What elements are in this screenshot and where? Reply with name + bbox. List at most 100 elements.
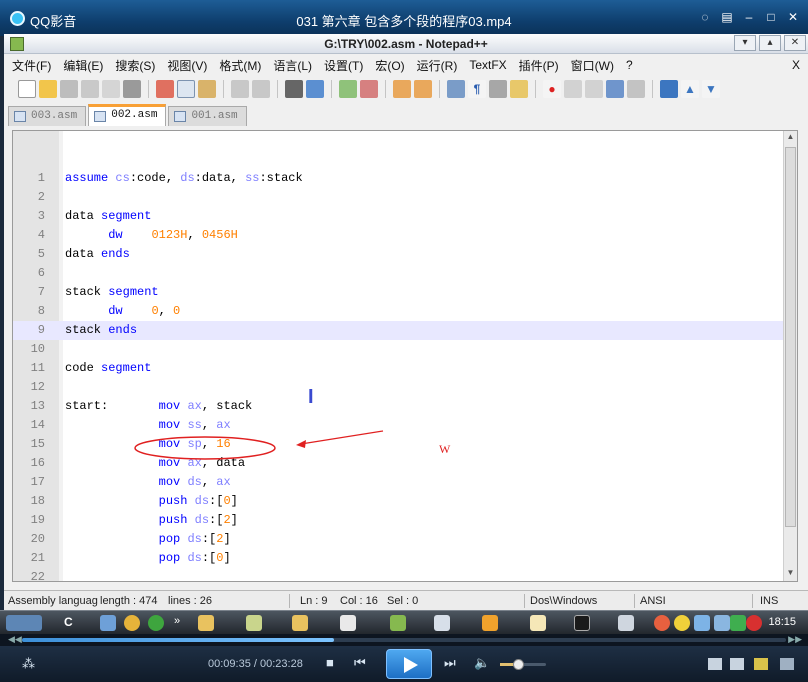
stop-button[interactable]: ■ [326, 655, 334, 670]
cmd-icon[interactable] [574, 615, 590, 631]
zoom-out-icon[interactable] [360, 80, 378, 98]
down-arrow-icon[interactable]: ▼ [702, 80, 720, 98]
code-line[interactable]: 17 mov ds, ax [13, 473, 785, 492]
code-line[interactable]: 4 dw 0123H, 0456H [13, 226, 785, 245]
code-line[interactable]: 2 [13, 188, 785, 207]
previous-button[interactable]: ⏮ [354, 655, 366, 671]
volume-icon[interactable]: 🔈 [474, 655, 490, 671]
replace-icon[interactable] [306, 80, 324, 98]
maximize-button[interactable]: □ [764, 10, 778, 24]
seek-track[interactable] [22, 638, 786, 642]
menu-item-5[interactable]: 语言(L) [273, 57, 312, 74]
code-line[interactable]: 6 [13, 264, 785, 283]
close-button[interactable]: ✕ [786, 10, 800, 24]
scroll-down-arrow-icon[interactable]: ▼ [785, 568, 796, 581]
seek-forward-icon[interactable]: ▶▶ [788, 634, 802, 645]
code-line[interactable]: 9 stack ends [13, 321, 785, 340]
play-button[interactable] [386, 649, 432, 679]
menu-item-8[interactable]: 运行(R) [417, 57, 458, 74]
tab-002-asm[interactable]: 002.asm [88, 104, 167, 126]
tab-003-asm[interactable]: 003.asm [8, 106, 87, 126]
code-line[interactable]: 19 push ds:[2] [13, 511, 785, 530]
code-line[interactable]: 7 stack segment [13, 283, 785, 302]
footprint-icon[interactable]: ⁂ [22, 656, 35, 672]
menu-item-6[interactable]: 设置(T) [324, 57, 363, 74]
code-line[interactable]: 8 dw 0, 0 [13, 302, 785, 321]
zoom-in-icon[interactable] [339, 80, 357, 98]
menu-item-7[interactable]: 宏(O) [375, 57, 404, 74]
indent-guide-icon[interactable] [489, 80, 507, 98]
code-line[interactable]: 5 data ends [13, 245, 785, 264]
powerpoint-icon[interactable] [482, 615, 498, 631]
paste-icon[interactable] [198, 80, 216, 98]
notepad-plus-plus-task-icon[interactable] [390, 615, 406, 631]
open-file-icon[interactable] [39, 80, 57, 98]
notepad-restore-up-button[interactable]: ▴ [759, 35, 781, 51]
code-line[interactable]: 13 start: mov ax, stack [13, 397, 785, 416]
user-lang-icon[interactable] [510, 80, 528, 98]
tab-001-asm[interactable]: 001.asm [168, 106, 247, 126]
folder-icon[interactable] [198, 615, 214, 631]
menu-item-2[interactable]: 搜索(S) [115, 57, 155, 74]
menu-item-4[interactable]: 格式(M) [219, 57, 261, 74]
volume-knob[interactable] [513, 659, 525, 670]
menu-close-button[interactable]: X [792, 58, 800, 72]
code-line[interactable]: 20 pop ds:[2] [13, 530, 785, 549]
find-icon[interactable] [285, 80, 303, 98]
code-line[interactable]: 21 pop ds:[0] [13, 549, 785, 568]
refresh-icon[interactable]: C [64, 615, 80, 631]
code-line[interactable]: 10 [13, 340, 785, 359]
next-button[interactable]: ⏭ [444, 655, 456, 671]
close-file-icon[interactable] [102, 80, 120, 98]
undo-icon[interactable] [231, 80, 249, 98]
fullscreen-icon[interactable] [780, 658, 794, 670]
calculator-icon[interactable] [434, 615, 450, 631]
code-line[interactable]: 11 code segment [13, 359, 785, 378]
sync-horizontal-icon[interactable] [414, 80, 432, 98]
copy-icon[interactable] [177, 80, 195, 98]
collapse-icon[interactable] [660, 80, 678, 98]
scroll-up-arrow-icon[interactable]: ▲ [785, 132, 796, 146]
notes-app-icon[interactable] [246, 615, 262, 631]
playlist-icon[interactable]: ▤ [720, 10, 734, 24]
menu-item-10[interactable]: 插件(P) [519, 57, 559, 74]
menu-item-11[interactable]: 窗口(W) [571, 57, 614, 74]
minimize-button[interactable]: – [742, 10, 756, 24]
code-line[interactable]: 18 push ds:[0] [13, 492, 785, 511]
chat-icon[interactable]: ◌ [698, 10, 712, 24]
scrollbar-thumb[interactable] [785, 147, 796, 527]
screenshot-icon[interactable] [754, 658, 768, 670]
green-app-icon[interactable] [148, 615, 164, 631]
antivirus-icon[interactable] [746, 615, 762, 631]
display-icon[interactable] [714, 615, 730, 631]
code-line[interactable]: 14 mov ss, ax [13, 416, 785, 435]
tools-icon[interactable] [708, 658, 722, 670]
macro-record-icon[interactable]: ● [543, 80, 561, 98]
seek-back-icon[interactable]: ◀◀ [8, 634, 22, 645]
code-line[interactable]: 15 mov sp, 16 [13, 435, 785, 454]
macro-run-multiple-icon[interactable] [606, 80, 624, 98]
code-line[interactable]: 16 mov ax, data [13, 454, 785, 473]
code-editor[interactable]: 1 assume cs:code, ds:data, ss:stack 2 3 data… [12, 130, 798, 582]
shield-icon[interactable] [730, 615, 746, 631]
save-all-icon[interactable] [81, 80, 99, 98]
eject-icon[interactable] [730, 658, 744, 670]
start-button[interactable] [6, 615, 42, 631]
explorer-icon[interactable] [100, 615, 116, 631]
menu-item-1[interactable]: 编辑(E) [63, 57, 103, 74]
qq-tray-icon[interactable] [674, 615, 690, 631]
cut-icon[interactable] [156, 80, 174, 98]
macro-play-icon[interactable] [585, 80, 603, 98]
macro-save-icon[interactable] [627, 80, 645, 98]
keyboard-icon[interactable] [618, 615, 634, 631]
notepad-restore-down-button[interactable]: ▾ [734, 35, 756, 51]
menu-item-9[interactable]: TextFX [469, 58, 506, 72]
menu-item-3[interactable]: 视图(V) [167, 57, 207, 74]
code-line[interactable]: 22 [13, 568, 785, 581]
save-icon[interactable] [60, 80, 78, 98]
folder-2-icon[interactable] [292, 615, 308, 631]
chrome-icon[interactable] [124, 615, 140, 631]
redo-icon[interactable] [252, 80, 270, 98]
macro-stop-icon[interactable] [564, 80, 582, 98]
document-icon[interactable] [340, 615, 356, 631]
